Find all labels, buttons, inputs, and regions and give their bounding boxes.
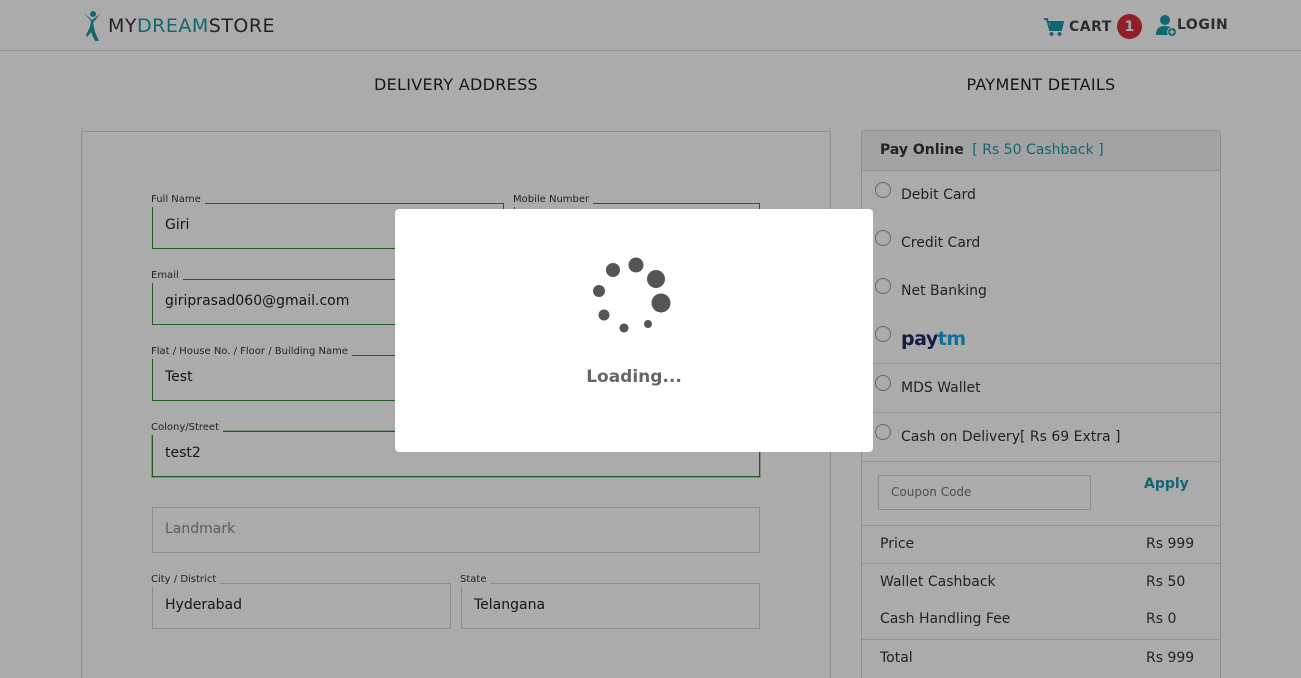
loading-overlay: Loading...: [0, 0, 1301, 678]
loading-modal: Loading...: [395, 209, 873, 452]
loading-spinner-icon: [593, 257, 671, 333]
loading-text: Loading...: [586, 367, 682, 387]
